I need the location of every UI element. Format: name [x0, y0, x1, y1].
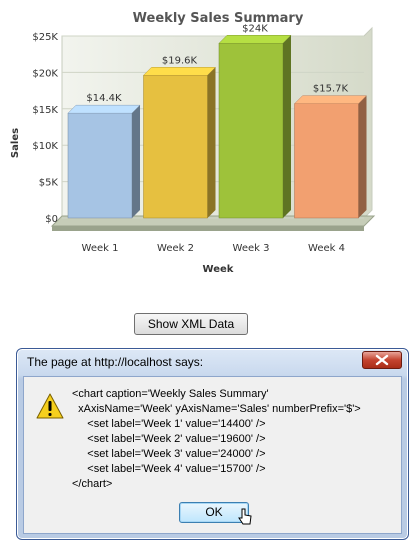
y-tick-label: $10K — [32, 141, 58, 152]
bar-value-label: $24K — [242, 23, 268, 34]
bar-side — [207, 67, 216, 218]
alert-title: The page at http://localhost says: — [27, 355, 204, 369]
bar-side — [358, 95, 367, 218]
bar: $19.6K — [142, 55, 217, 219]
bar-front — [67, 112, 133, 219]
bar: $24K — [218, 23, 292, 219]
x-tick-label: Week 2 — [157, 243, 194, 254]
sales-chart: Weekly Sales Summary $0 $5K $10K $15K $20K $2… — [0, 0, 419, 290]
bar-side — [283, 35, 291, 218]
bar-value-label: $14.4K — [86, 93, 122, 104]
bar-top — [67, 104, 141, 114]
alert-message: <chart caption='Weekly Sales Summary' xA… — [72, 388, 361, 490]
bar-side — [132, 105, 140, 218]
x-tick-label: Week 3 — [233, 243, 270, 254]
y-tick-label: $5K — [39, 178, 59, 189]
show-xml-button[interactable]: Show XML Data — [134, 313, 248, 335]
y-tick-label: $25K — [32, 32, 58, 43]
y-tick-label: $0 — [45, 214, 58, 225]
y-tick-label: $15K — [32, 105, 58, 116]
bar-front — [218, 43, 284, 219]
bar: $15.7K — [293, 84, 368, 219]
mouse-cursor-icon — [238, 508, 252, 525]
bar-top — [293, 95, 368, 104]
x-axis-label: Week — [203, 264, 234, 275]
x-tick-label: Week 1 — [82, 243, 119, 254]
x-axis-ticks: Week 1 Week 2 Week 3 Week 4 — [82, 243, 345, 254]
bar-value-label: $19.6K — [162, 55, 198, 66]
bar-value-label: $15.7K — [313, 84, 349, 95]
y-axis-label: Sales — [10, 128, 21, 158]
y-axis-ticks: $0 $5K $10K $15K $20K $25K — [32, 32, 58, 225]
close-button[interactable] — [362, 351, 402, 369]
warning-icon — [36, 393, 64, 419]
bar: $14.4K — [67, 93, 141, 219]
bar-front — [143, 75, 208, 219]
bar-top — [218, 35, 292, 44]
chart-title: Weekly Sales Summary — [133, 11, 304, 26]
chart-svg: Weekly Sales Summary $0 $5K $10K $15K $20K $2… — [10, 11, 376, 275]
bar-front — [294, 103, 359, 219]
alert-body: <chart caption='Weekly Sales Summary' xA… — [23, 376, 402, 534]
alert-dialog: The page at http://localhost says: <char… — [16, 348, 409, 540]
close-x-icon — [375, 354, 389, 366]
y-tick-label: $20K — [32, 68, 58, 79]
bar-top — [142, 67, 217, 76]
x-tick-label: Week 4 — [308, 243, 345, 254]
plot-floor-edge — [52, 226, 364, 231]
